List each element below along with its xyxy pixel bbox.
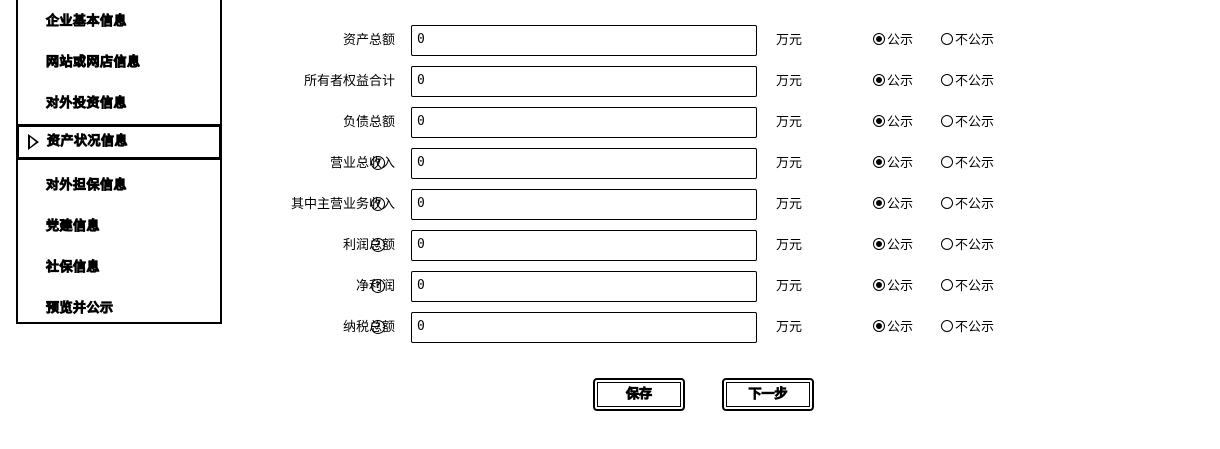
form-row-main-business-revenue: 其中主营业务收入 ? 0 万元 公示 不公示 — [230, 189, 1030, 221]
radio-unchecked-icon — [941, 115, 953, 127]
total-tax-input[interactable]: 0 — [411, 312, 757, 343]
not-public-radio[interactable]: 不公示 — [941, 271, 994, 303]
sidebar-item-label: 对外投资信息 — [46, 96, 128, 112]
radio-unchecked-icon — [941, 279, 953, 291]
radio-checked-icon — [873, 156, 885, 168]
help-icon[interactable]: ? — [371, 279, 385, 293]
not-public-radio[interactable]: 不公示 — [941, 312, 994, 344]
sidebar-item-label: 预览并公示 — [46, 301, 114, 317]
sidebar-item-label: 党建信息 — [46, 219, 101, 235]
main-business-revenue-input[interactable]: 0 — [411, 189, 757, 220]
sidebar-item-investment-info[interactable]: 对外投资信息 — [18, 84, 220, 124]
sidebar-item-label: 网站或网店信息 — [46, 55, 141, 71]
sidebar-item-preview-publish[interactable]: 预览并公示 — [18, 289, 220, 329]
radio-checked-icon — [873, 33, 885, 45]
current-arrow-icon — [28, 134, 39, 150]
form-row-total-liabilities: 负债总额 0 万元 公示 不公示 — [230, 107, 1030, 139]
unit-label: 万元 — [776, 320, 803, 335]
radio-checked-icon — [873, 238, 885, 250]
field-label: 所有者权益合计 — [303, 74, 395, 89]
radio-unchecked-icon — [941, 238, 953, 250]
total-revenue-input[interactable]: 0 — [411, 148, 757, 179]
sidebar-item-basic-info[interactable]: 企业基本信息 — [18, 2, 220, 42]
form-row-total-profit: 利润总额 ? 0 万元 公示 不公示 — [230, 230, 1030, 262]
total-liabilities-input[interactable]: 0 — [411, 107, 757, 138]
unit-label: 万元 — [776, 279, 803, 294]
owner-equity-input[interactable]: 0 — [411, 66, 757, 97]
help-icon[interactable]: ? — [371, 156, 385, 170]
radio-unchecked-icon — [941, 74, 953, 86]
public-radio[interactable]: 公示 — [873, 230, 913, 262]
public-radio[interactable]: 公示 — [873, 66, 913, 98]
radio-unchecked-icon — [941, 197, 953, 209]
public-radio[interactable]: 公示 — [873, 271, 913, 303]
unit-label: 万元 — [776, 197, 803, 212]
public-radio[interactable]: 公示 — [873, 189, 913, 221]
sidebar-item-label: 资产状况信息 — [47, 134, 129, 150]
total-assets-input[interactable]: 0 — [411, 25, 757, 56]
unit-label: 万元 — [776, 115, 803, 130]
radio-unchecked-icon — [941, 156, 953, 168]
unit-label: 万元 — [776, 33, 803, 48]
unit-label: 万元 — [776, 238, 803, 253]
radio-unchecked-icon — [941, 33, 953, 45]
net-profit-input[interactable]: 0 — [411, 271, 757, 302]
radio-checked-icon — [873, 74, 885, 86]
sidebar-item-website-info[interactable]: 网站或网店信息 — [18, 43, 220, 83]
sidebar-item-social-security-info[interactable]: 社保信息 — [18, 248, 220, 288]
not-public-radio[interactable]: 不公示 — [941, 148, 994, 180]
form-row-net-profit: 净利润 ? 0 万元 公示 不公示 — [230, 271, 1030, 303]
sidebar-item-party-info[interactable]: 党建信息 — [18, 207, 220, 247]
next-step-button[interactable]: 下一步 — [722, 378, 814, 411]
radio-unchecked-icon — [941, 320, 953, 332]
field-label: 营业总收入 — [329, 156, 395, 171]
form-row-total-revenue: 营业总收入 ? 0 万元 公示 不公示 — [230, 148, 1030, 180]
not-public-radio[interactable]: 不公示 — [941, 230, 994, 262]
not-public-radio[interactable]: 不公示 — [941, 25, 994, 57]
field-label: 利润总额 — [342, 238, 395, 253]
total-profit-input[interactable]: 0 — [411, 230, 757, 261]
unit-label: 万元 — [776, 156, 803, 171]
not-public-radio[interactable]: 不公示 — [941, 66, 994, 98]
sidebar-item-label: 社保信息 — [46, 260, 101, 276]
radio-checked-icon — [873, 197, 885, 209]
form-row-total-tax: 纳税总额 ? 0 万元 公示 不公示 — [230, 312, 1030, 344]
public-radio[interactable]: 公示 — [873, 312, 913, 344]
sidebar-nav: 企业基本信息 网站或网店信息 对外投资信息 资产状况信息 对外担保信息 党建信息… — [16, 0, 222, 324]
public-radio[interactable]: 公示 — [873, 25, 913, 57]
help-icon[interactable]: ? — [371, 320, 385, 334]
public-radio[interactable]: 公示 — [873, 148, 913, 180]
radio-checked-icon — [873, 279, 885, 291]
sidebar-item-label: 对外担保信息 — [46, 178, 128, 194]
sidebar-item-asset-info[interactable]: 资产状况信息 — [16, 124, 222, 160]
radio-checked-icon — [873, 320, 885, 332]
help-icon[interactable]: ? — [371, 238, 385, 252]
unit-label: 万元 — [776, 74, 803, 89]
sidebar-item-guarantee-info[interactable]: 对外担保信息 — [18, 166, 220, 206]
help-icon[interactable]: ? — [371, 197, 385, 211]
field-label: 负债总额 — [342, 115, 395, 130]
form-row-total-assets: 资产总额 0 万元 公示 不公示 — [230, 25, 1030, 57]
not-public-radio[interactable]: 不公示 — [941, 189, 994, 221]
radio-checked-icon — [873, 115, 885, 127]
field-label: 资产总额 — [342, 33, 395, 48]
field-label: 纳税总额 — [342, 320, 395, 335]
save-button[interactable]: 保存 — [593, 378, 685, 411]
sidebar-item-label: 企业基本信息 — [46, 14, 128, 30]
public-radio[interactable]: 公示 — [873, 107, 913, 139]
not-public-radio[interactable]: 不公示 — [941, 107, 994, 139]
form-row-owner-equity: 所有者权益合计 0 万元 公示 不公示 — [230, 66, 1030, 98]
